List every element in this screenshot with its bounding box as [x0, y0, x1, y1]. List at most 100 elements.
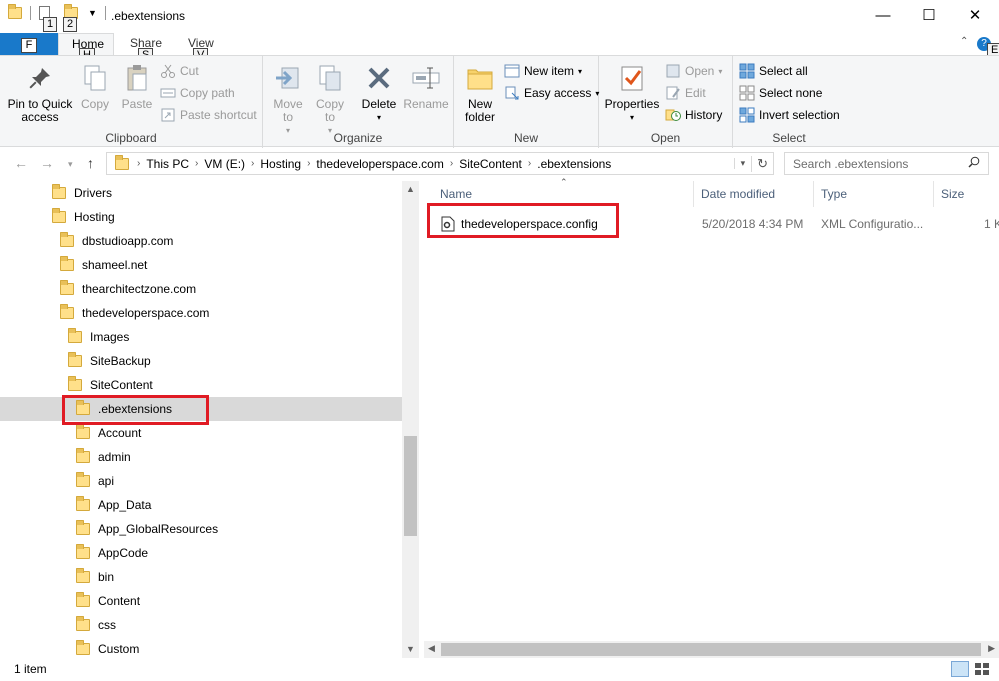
- scrollbar-thumb[interactable]: [404, 436, 417, 536]
- scroll-up-icon[interactable]: ▲: [406, 184, 415, 194]
- tree-item[interactable]: bin: [0, 565, 402, 589]
- copy-to-label: Copy to: [315, 97, 344, 124]
- select-none-button[interactable]: Select none: [739, 84, 822, 102]
- tile: [983, 670, 989, 675]
- tree-item[interactable]: AppCode: [0, 541, 402, 565]
- select-all-button[interactable]: Select all: [739, 62, 808, 80]
- tree-item-label: Drivers: [74, 186, 112, 200]
- column-divider[interactable]: [813, 181, 814, 207]
- up-arrow-icon[interactable]: ↑: [87, 155, 94, 171]
- breadcrumb-drive[interactable]: VM (E:): [200, 157, 249, 171]
- divider: [30, 6, 31, 20]
- tree-item[interactable]: thedeveloperspace.com: [0, 301, 402, 325]
- nav-scrollbar[interactable]: ▲ ▼: [402, 181, 419, 658]
- new-folder-button[interactable]: New folder: [460, 62, 500, 124]
- scroll-down-icon[interactable]: ▼: [406, 644, 415, 654]
- copy-label: Copy: [80, 97, 109, 111]
- properties-label: Properties: [604, 97, 660, 111]
- tab-file[interactable]: F: [0, 33, 58, 55]
- scrollbar-thumb[interactable]: [441, 643, 981, 656]
- scroll-left-icon[interactable]: ◀: [428, 643, 435, 654]
- tree-item[interactable]: admin: [0, 445, 402, 469]
- delete-button[interactable]: Delete ▾: [359, 62, 399, 124]
- column-type[interactable]: Type: [821, 187, 847, 201]
- paste-icon: [121, 62, 153, 94]
- copy-button[interactable]: Copy: [78, 62, 112, 111]
- pin-icon: [24, 62, 56, 94]
- dropdown-icon: ▾: [578, 66, 583, 76]
- tree-item[interactable]: SiteContent: [0, 373, 402, 397]
- address-bar[interactable]: › This PC › VM (E:) › Hosting › thedevel…: [106, 152, 774, 175]
- new-item-button[interactable]: New item ▾: [504, 62, 582, 80]
- chevron-right-icon[interactable]: ›: [249, 158, 256, 169]
- column-date-modified[interactable]: Date modified: [701, 187, 775, 201]
- history-button[interactable]: History: [665, 106, 722, 124]
- column-name[interactable]: Name: [440, 187, 472, 201]
- collapse-ribbon-icon[interactable]: ⌃: [960, 36, 968, 47]
- tree-item[interactable]: dbstudioapp.com: [0, 229, 402, 253]
- invert-selection-button[interactable]: Invert selection: [739, 106, 840, 124]
- chevron-right-icon[interactable]: ›: [526, 158, 533, 169]
- tile: [975, 670, 981, 675]
- ribbon: Pin to Quick access Copy Paste Cut Copy …: [0, 55, 999, 148]
- breadcrumb-site[interactable]: thedeveloperspace.com: [312, 157, 447, 171]
- address-dropdown-icon[interactable]: ▾: [733, 158, 752, 169]
- breadcrumb-current[interactable]: .ebextensions: [533, 157, 615, 171]
- tree-item[interactable]: css: [0, 613, 402, 637]
- large-icons-view-icon[interactable]: [973, 661, 991, 677]
- properties-button[interactable]: Properties ▾: [604, 62, 660, 124]
- column-divider[interactable]: [933, 181, 934, 207]
- easy-access-button[interactable]: Easy access ▾: [504, 84, 599, 102]
- history-label: History: [685, 108, 723, 122]
- paste-shortcut-button[interactable]: Paste shortcut: [160, 106, 257, 124]
- close-button[interactable]: ✕: [952, 0, 998, 30]
- tree-item[interactable]: thearchitectzone.com: [0, 277, 402, 301]
- tree-item[interactable]: shameel.net: [0, 253, 402, 277]
- tree-item[interactable]: Drivers: [0, 181, 402, 205]
- cut-label: Cut: [180, 64, 199, 78]
- copy-path-button[interactable]: Copy path: [160, 84, 235, 102]
- breadcrumb-this-pc[interactable]: This PC: [142, 157, 193, 171]
- tree-item[interactable]: Images: [0, 325, 402, 349]
- forward-arrow-icon[interactable]: →: [40, 155, 54, 171]
- tree-item[interactable]: Hosting: [0, 205, 402, 229]
- copy-to-button[interactable]: Copy to ▾: [312, 62, 348, 137]
- edit-button[interactable]: Edit: [665, 84, 706, 102]
- refresh-icon[interactable]: ↻: [751, 155, 773, 172]
- rename-button[interactable]: Rename: [403, 62, 449, 111]
- cut-button[interactable]: Cut: [160, 62, 199, 80]
- details-view-icon[interactable]: [951, 661, 969, 677]
- open-button[interactable]: Open ▾: [665, 62, 722, 80]
- highlight-box: [427, 203, 619, 238]
- new-item-icon: [504, 63, 520, 79]
- tree-item[interactable]: Content: [0, 589, 402, 613]
- search-input[interactable]: Search .ebextensions: [784, 152, 989, 175]
- tree-item[interactable]: App_Data: [0, 493, 402, 517]
- pin-to-quick-access-button[interactable]: Pin to Quick access: [4, 62, 76, 124]
- tree-item[interactable]: Custom: [0, 637, 402, 658]
- scroll-right-icon[interactable]: ▶: [988, 643, 995, 654]
- breadcrumb-sitecontent[interactable]: SiteContent: [455, 157, 526, 171]
- tree-item[interactable]: api: [0, 469, 402, 493]
- paste-button[interactable]: Paste: [117, 62, 157, 111]
- chevron-right-icon[interactable]: ›: [135, 158, 142, 169]
- column-divider[interactable]: [693, 181, 694, 207]
- search-icon[interactable]: [968, 156, 980, 171]
- qat-dropdown-icon[interactable]: ▼: [88, 8, 97, 18]
- recent-locations-icon[interactable]: ▾: [68, 159, 73, 170]
- chevron-right-icon[interactable]: ›: [448, 158, 455, 169]
- back-arrow-icon[interactable]: ←: [14, 155, 28, 171]
- tree-item[interactable]: SiteBackup: [0, 349, 402, 373]
- maximize-button[interactable]: ☐: [906, 0, 952, 30]
- move-to-button[interactable]: Move to ▾: [270, 62, 306, 137]
- breadcrumb-hosting[interactable]: Hosting: [256, 157, 305, 171]
- column-size[interactable]: Size: [941, 187, 964, 201]
- copy-to-icon: [314, 62, 346, 94]
- tree-item[interactable]: App_GlobalResources: [0, 517, 402, 541]
- tree-item-label: bin: [98, 570, 115, 584]
- tree-item-label: Images: [90, 330, 130, 344]
- minimize-button[interactable]: —: [860, 0, 906, 30]
- content-hscrollbar[interactable]: ◀ ▶: [424, 641, 999, 658]
- chevron-right-icon[interactable]: ›: [193, 158, 200, 169]
- chevron-right-icon[interactable]: ›: [305, 158, 312, 169]
